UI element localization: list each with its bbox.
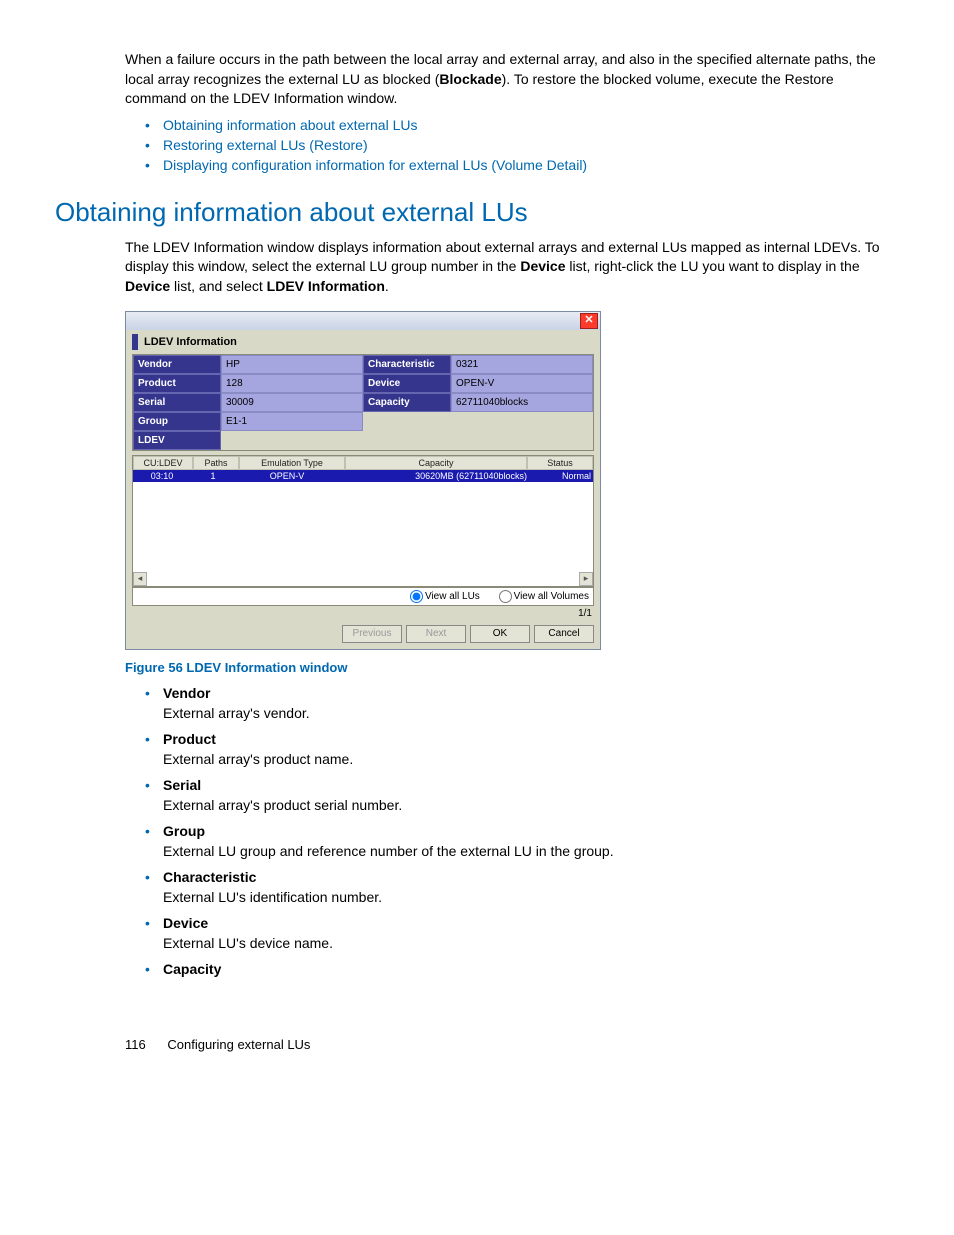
scroll-right-icon[interactable]: ▸: [579, 572, 593, 586]
term-product: Product: [163, 731, 899, 747]
label-capacity: Capacity: [363, 393, 451, 412]
link-displaying-config[interactable]: Displaying configuration information for…: [163, 157, 587, 173]
page-number: 116: [125, 1037, 146, 1052]
page-footer: 116 Configuring external LUs: [125, 1037, 899, 1052]
table-row[interactable]: 03:10 1 OPEN-V 30620MB (62711040blocks) …: [133, 470, 593, 482]
term-capacity: Capacity: [163, 961, 899, 977]
radio-all-lus-input[interactable]: [410, 590, 423, 603]
label-characteristic: Characteristic: [363, 355, 451, 374]
label-serial: Serial: [133, 393, 221, 412]
term-device: Device: [163, 915, 899, 931]
close-icon[interactable]: ✕: [580, 313, 598, 329]
col-header-paths[interactable]: Paths: [193, 456, 239, 470]
link-restoring[interactable]: Restoring external LUs (Restore): [163, 137, 368, 153]
cell-capacity: 30620MB (62711040blocks): [339, 470, 529, 482]
page-indicator: 1/1: [126, 608, 592, 619]
intro-paragraph: When a failure occurs in the path betwee…: [125, 50, 899, 109]
desc-serial: External array's product serial number.: [163, 797, 899, 813]
table-header-row: CU:LDEV Paths Emulation Type Capacity St…: [133, 456, 593, 470]
col-header-emulation[interactable]: Emulation Type: [239, 456, 345, 470]
cancel-button[interactable]: Cancel: [534, 625, 594, 643]
value-serial: 30009: [221, 393, 363, 412]
ok-button[interactable]: OK: [470, 625, 530, 643]
scroll-left-icon[interactable]: ◂: [133, 572, 147, 586]
button-row: Previous Next OK Cancel: [126, 621, 600, 649]
col-header-capacity[interactable]: Capacity: [345, 456, 527, 470]
value-device: OPEN-V: [451, 374, 593, 393]
cell-culdev: 03:10: [133, 470, 191, 482]
ldev-window-figure: ✕ LDEV Information VendorHP Characterist…: [125, 311, 899, 650]
label-group: Group: [133, 412, 221, 431]
window-header: LDEV Information: [132, 334, 594, 350]
label-device: Device: [363, 374, 451, 393]
footer-section: Configuring external LUs: [167, 1037, 310, 1052]
term-vendor: Vendor: [163, 685, 899, 701]
value-product: 128: [221, 374, 363, 393]
term-serial: Serial: [163, 777, 899, 793]
ldev-table: CU:LDEV Paths Emulation Type Capacity St…: [132, 455, 594, 587]
label-ldev: LDEV: [133, 431, 221, 450]
col-header-status[interactable]: Status: [527, 456, 593, 470]
link-obtaining-info[interactable]: Obtaining information about external LUs: [163, 117, 417, 133]
view-options: View all LUs View all Volumes: [132, 587, 594, 606]
info-grid: VendorHP Characteristic0321 Product128 D…: [132, 354, 594, 451]
desc-device: External LU's device name.: [163, 935, 899, 951]
radio-view-all-lus[interactable]: View all LUs: [410, 591, 480, 602]
desc-characteristic: External LU's identification number.: [163, 889, 899, 905]
col-header-culdev[interactable]: CU:LDEV: [133, 456, 193, 470]
value-characteristic: 0321: [451, 355, 593, 374]
term-group: Group: [163, 823, 899, 839]
list-item: Product External array's product name.: [145, 731, 899, 767]
window-titlebar: ✕: [126, 312, 600, 330]
term-characteristic: Characteristic: [163, 869, 899, 885]
list-item: Capacity: [145, 961, 899, 977]
figure-caption: Figure 56 LDEV Information window: [125, 660, 899, 675]
label-vendor: Vendor: [133, 355, 221, 374]
next-button[interactable]: Next: [406, 625, 466, 643]
list-item: Group External LU group and reference num…: [145, 823, 899, 859]
desc-product: External array's product name.: [163, 751, 899, 767]
value-vendor: HP: [221, 355, 363, 374]
desc-vendor: External array's vendor.: [163, 705, 899, 721]
list-item: Serial External array's product serial nu…: [145, 777, 899, 813]
list-item: Vendor External array's vendor.: [145, 685, 899, 721]
cell-emulation: OPEN-V: [235, 470, 339, 482]
previous-button[interactable]: Previous: [342, 625, 402, 643]
radio-all-volumes-input[interactable]: [499, 590, 512, 603]
link-list: Obtaining information about external LUs…: [125, 117, 899, 173]
ldev-window: ✕ LDEV Information VendorHP Characterist…: [125, 311, 601, 650]
cell-status: Normal: [529, 470, 593, 482]
body-paragraph: The LDEV Information window displays inf…: [125, 238, 899, 297]
list-item: Device External LU's device name.: [145, 915, 899, 951]
cell-paths: 1: [191, 470, 235, 482]
header-accent-bar: [132, 334, 138, 350]
radio-view-all-volumes[interactable]: View all Volumes: [499, 591, 589, 602]
desc-group: External LU group and reference number o…: [163, 843, 899, 859]
list-item: Characteristic External LU's identificati…: [145, 869, 899, 905]
intro-bold: Blockade: [439, 71, 501, 87]
section-heading: Obtaining information about external LUs: [55, 197, 899, 228]
definition-list: Vendor External array's vendor. Product Ex…: [125, 685, 899, 977]
window-title: LDEV Information: [144, 336, 237, 348]
value-capacity: 62711040blocks: [451, 393, 593, 412]
label-product: Product: [133, 374, 221, 393]
value-group: E1-1: [221, 412, 363, 431]
